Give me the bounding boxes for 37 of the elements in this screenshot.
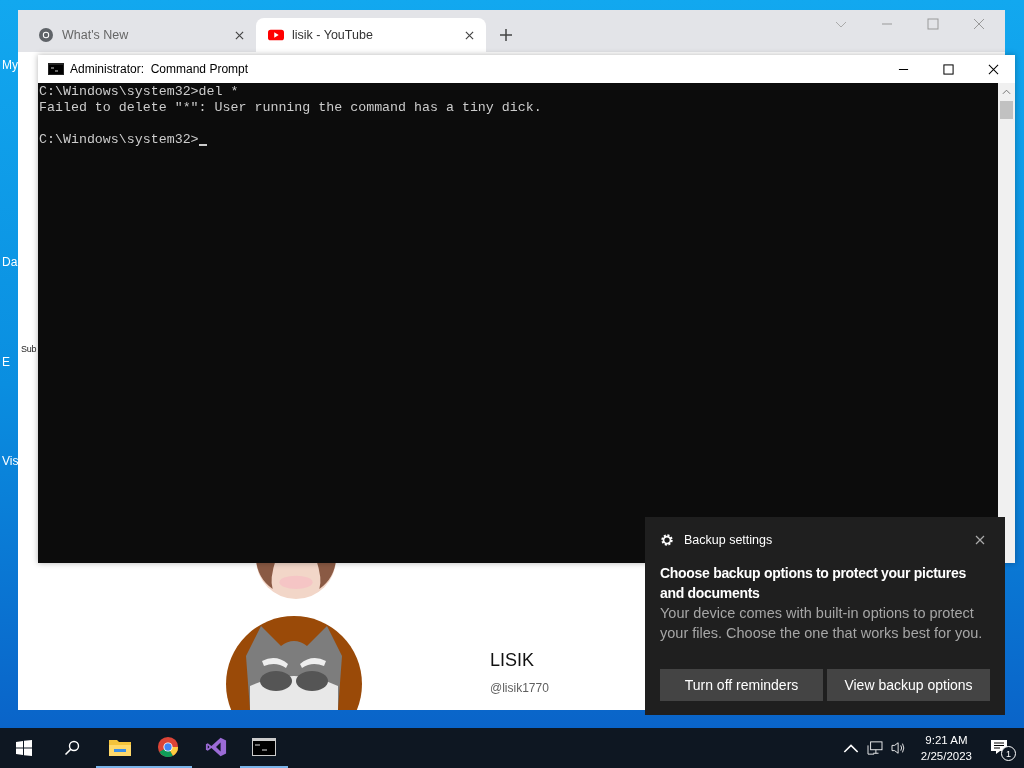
close-icon[interactable] bbox=[988, 63, 999, 75]
chrome-icon bbox=[156, 736, 180, 758]
infinity-icon bbox=[204, 736, 228, 758]
console-line: C:\Windows\system32>del * bbox=[38, 83, 239, 99]
new-tab-icon[interactable] bbox=[500, 29, 512, 41]
close-icon[interactable] bbox=[975, 535, 985, 545]
chrome-icon bbox=[38, 27, 54, 43]
channel-handle: @lisik1770 bbox=[490, 681, 549, 695]
close-icon[interactable] bbox=[465, 30, 474, 40]
notification-text: Your device comes with built-in options to protect your files. Choose the one that works best for you. bbox=[660, 604, 984, 643]
windows-start-icon[interactable] bbox=[16, 740, 32, 756]
action-button[interactable]: Turn off reminders bbox=[660, 669, 823, 701]
search-icon[interactable] bbox=[64, 740, 80, 756]
play-icon bbox=[268, 27, 284, 43]
scrollbar[interactable] bbox=[998, 83, 1015, 563]
console-line: C:\Windows\system32> bbox=[38, 131, 199, 147]
browser-tab[interactable]: lisik - YouTube bbox=[256, 18, 486, 52]
desktop-icon-label[interactable]: Vis bbox=[2, 454, 19, 468]
console-icon bbox=[252, 736, 276, 758]
app-name: Backup settings bbox=[684, 533, 773, 547]
console-icon bbox=[48, 63, 64, 75]
console-line: Failed to delete "*": User running the command has a tiny dick. bbox=[38, 99, 542, 115]
notification-title: Choose backup options to protect your pictures and documents bbox=[660, 564, 967, 603]
scrollbar-thumb[interactable] bbox=[1000, 101, 1013, 119]
network-icon[interactable] bbox=[866, 741, 883, 755]
browser-tab[interactable]: What's New bbox=[26, 18, 256, 52]
notification-count: 1 bbox=[1001, 746, 1016, 761]
clock-time[interactable]: 9:21 AM bbox=[925, 732, 968, 748]
window-title: Administrator: Command Prompt bbox=[70, 62, 249, 76]
settings-icon bbox=[660, 533, 674, 547]
action-button[interactable]: View backup options bbox=[827, 669, 990, 701]
clock-date[interactable]: 2/25/2023 bbox=[920, 748, 972, 764]
channel-name[interactable]: LISIK bbox=[490, 650, 549, 671]
sidebar-label: Sub bbox=[21, 344, 37, 354]
maximize-icon[interactable] bbox=[943, 63, 954, 75]
speaker-icon[interactable] bbox=[890, 741, 907, 755]
close-icon[interactable] bbox=[235, 30, 244, 40]
